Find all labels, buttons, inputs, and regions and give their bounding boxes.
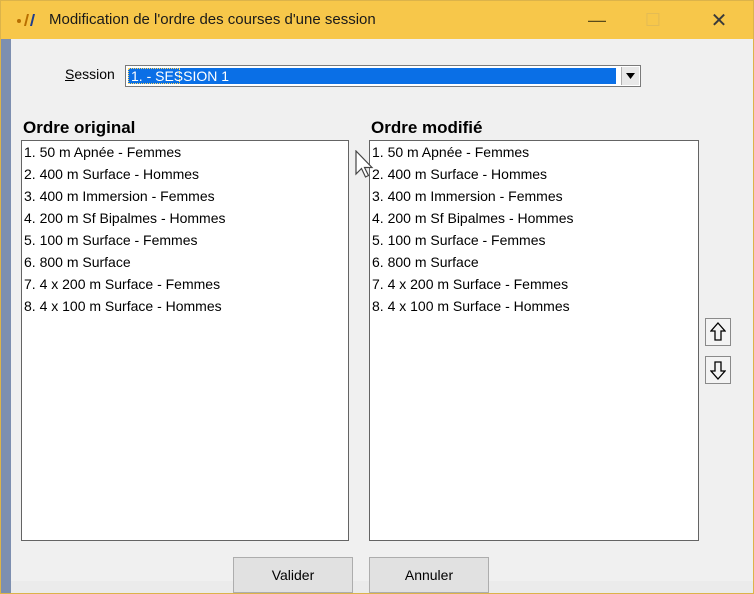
original-order-list[interactable]: 1. 50 m Apnée - Femmes 2. 400 m Surface … <box>21 140 349 541</box>
session-label: Session <box>65 66 115 82</box>
validate-button[interactable]: Valider <box>233 557 353 593</box>
mouse-cursor-icon <box>355 150 374 178</box>
app-icon <box>17 14 35 26</box>
arrow-up-icon <box>710 322 726 341</box>
list-item[interactable]: 6. 800 m Surface <box>22 251 348 273</box>
session-label-rest: ession <box>74 66 115 82</box>
maximize-button[interactable]: ☐ <box>625 1 681 39</box>
list-item[interactable]: 4. 200 m Sf Bipalmes - Hommes <box>22 207 348 229</box>
move-up-button[interactable] <box>705 318 731 346</box>
title-bar[interactable]: Modification de l'ordre des courses d'un… <box>1 1 753 39</box>
chevron-down-icon <box>626 73 635 79</box>
list-item[interactable]: 1. 50 m Apnée - Femmes <box>370 141 698 163</box>
original-order-heading: Ordre original <box>23 118 136 137</box>
close-button[interactable]: ✕ <box>691 1 747 39</box>
minimize-button[interactable]: — <box>569 1 625 39</box>
list-item[interactable]: 8. 4 x 100 m Surface - Hommes <box>370 295 698 317</box>
cancel-button[interactable]: Annuler <box>369 557 489 593</box>
list-item[interactable]: 8. 4 x 100 m Surface - Hommes <box>22 295 348 317</box>
list-item[interactable]: 5. 100 m Surface - Femmes <box>370 229 698 251</box>
list-item[interactable]: 7. 4 x 200 m Surface - Femmes <box>22 273 348 295</box>
session-dropdown[interactable]: 1. - SESSION 1 <box>125 65 641 87</box>
dropdown-arrow-button[interactable] <box>621 67 639 85</box>
session-access-key: S <box>65 66 75 82</box>
window-title: Modification de l'ordre des courses d'un… <box>49 11 376 28</box>
list-item[interactable]: 5. 100 m Surface - Femmes <box>22 229 348 251</box>
window-edge <box>1 39 11 593</box>
arrow-down-icon <box>710 361 726 380</box>
list-item[interactable]: 6. 800 m Surface <box>370 251 698 273</box>
list-item[interactable]: 4. 200 m Sf Bipalmes - Hommes <box>370 207 698 229</box>
list-item[interactable]: 1. 50 m Apnée - Femmes <box>22 141 348 163</box>
modified-order-heading: Ordre modifié <box>371 118 483 137</box>
list-item[interactable]: 2. 400 m Surface - Hommes <box>370 163 698 185</box>
list-item[interactable]: 3. 400 m Immersion - Femmes <box>370 185 698 207</box>
move-down-button[interactable] <box>705 356 731 384</box>
list-item[interactable]: 3. 400 m Immersion - Femmes <box>22 185 348 207</box>
session-selected-value: 1. - SESSION 1 <box>128 68 616 84</box>
dialog-window: Modification de l'ordre des courses d'un… <box>0 0 754 594</box>
list-item[interactable]: 2. 400 m Surface - Hommes <box>22 163 348 185</box>
list-item[interactable]: 7. 4 x 200 m Surface - Femmes <box>370 273 698 295</box>
modified-order-list[interactable]: 1. 50 m Apnée - Femmes 2. 400 m Surface … <box>369 140 699 541</box>
focus-outline <box>128 68 180 84</box>
